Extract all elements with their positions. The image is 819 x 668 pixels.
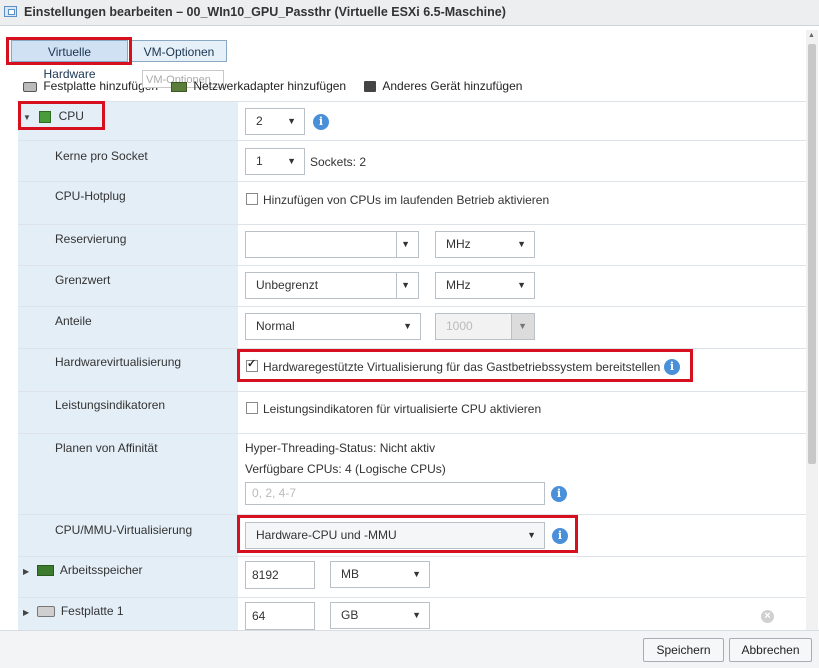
network-adapter-icon — [171, 81, 187, 92]
limit-unit-value: MHz — [446, 278, 471, 292]
dropdown-arrow-icon: ▼ — [412, 610, 421, 620]
reservation-label: Reservierung — [55, 232, 127, 246]
tab-vm-options[interactable]: VM-Optionen — [131, 40, 227, 62]
scrollbar[interactable]: ▲ — [806, 30, 818, 630]
hwvirt-checkbox[interactable] — [246, 357, 258, 372]
shares-label: Anteile — [55, 314, 92, 328]
disk1-unit-value: GB — [341, 608, 359, 622]
dropdown-arrow-icon: ▼ — [517, 280, 526, 290]
performance-counters-label: Leistungsindikatoren — [55, 398, 166, 412]
add-disk-button[interactable]: Festplatte hinzufügen — [23, 79, 158, 95]
collapse-triangle-icon: ▼ — [23, 113, 31, 122]
dropdown-arrow-icon: ▼ — [403, 321, 412, 331]
hard-disk-icon — [36, 606, 55, 618]
affinity-input[interactable]: 0, 2, 4-7 — [245, 482, 545, 505]
memory-unit-value: MB — [341, 567, 359, 581]
cpu-header[interactable]: ▼ CPU — [23, 109, 84, 123]
info-icon[interactable]: i — [664, 359, 680, 375]
cores-per-socket-select[interactable]: 1 ▼ — [245, 148, 305, 175]
hyperthreading-status: Hyper-Threading-Status: Nicht aktiv — [245, 441, 436, 455]
shares-select[interactable]: Normal ▼ — [245, 313, 421, 340]
affinity-label: Planen von Affinität — [55, 441, 158, 455]
cpu-icon — [39, 110, 52, 123]
add-device-label: Anderes Gerät hinzufügen — [382, 79, 523, 93]
limit-value: Unbegrenzt — [256, 278, 319, 292]
dropdown-arrow-icon: ▼ — [401, 239, 410, 249]
disk1-header[interactable]: ▶ Festplatte 1 — [23, 604, 124, 618]
perf-checkbox[interactable] — [246, 402, 258, 414]
shares-number-value: 1000 — [446, 319, 473, 333]
save-button[interactable]: Speichern — [643, 638, 724, 662]
dropdown-arrow-icon: ▼ — [518, 321, 527, 331]
cores-per-socket-label: Kerne pro Socket — [55, 149, 148, 163]
memory-header[interactable]: ▶ Arbeitsspeicher — [23, 563, 143, 577]
disk1-unit-select[interactable]: GB ▼ — [330, 602, 430, 629]
virtual-machine-icon — [4, 6, 17, 17]
scroll-up-icon[interactable]: ▲ — [808, 32, 815, 39]
memory-input[interactable]: 8192 — [245, 561, 315, 589]
cpu-label: CPU — [58, 109, 84, 123]
cpu-hotplug-option[interactable]: Hinzufügen von CPUs im laufenden Betrieb… — [246, 193, 549, 207]
hard-disk-icon — [23, 81, 37, 92]
memory-icon — [36, 565, 54, 577]
performance-counters-option[interactable]: Leistungsindikatoren für virtualisierte … — [246, 402, 541, 416]
cpu-count-select[interactable]: 2 ▼ — [245, 108, 305, 135]
info-icon[interactable]: i — [552, 528, 568, 544]
dropdown-arrow-icon: ▼ — [287, 156, 296, 166]
hardware-virtualization-label: Hardwarevirtualisierung — [55, 355, 182, 369]
hwvirt-text: Hardwaregestützte Virtualisierung für da… — [263, 360, 661, 374]
hotplug-checkbox[interactable] — [246, 193, 258, 205]
add-nic-label: Netzwerkadapter hinzufügen — [193, 79, 347, 93]
limit-unit-select[interactable]: MHz ▼ — [435, 272, 535, 299]
expand-triangle-icon: ▶ — [23, 567, 30, 576]
reservation-unit-value: MHz — [446, 237, 471, 251]
tab-virtual-hardware[interactable]: Virtuelle Hardware — [11, 40, 128, 81]
scrollbar-thumb[interactable] — [808, 44, 816, 464]
dialog-title: Einstellungen bearbeiten – 00_WIn10_GPU_… — [24, 5, 506, 19]
hotplug-text: Hinzufügen von CPUs im laufenden Betrieb… — [263, 193, 550, 207]
perf-text: Leistungsindikatoren für virtualisierte … — [263, 402, 542, 416]
cpu-count-value: 2 — [256, 114, 263, 128]
add-disk-label: Festplatte hinzufügen — [43, 79, 159, 93]
title-bar: Einstellungen bearbeiten – 00_WIn10_GPU_… — [0, 0, 819, 26]
dropdown-arrow-icon: ▼ — [287, 116, 296, 126]
cpu-mmu-virtualization-select[interactable]: Hardware-CPU und -MMU ▼ — [245, 522, 545, 549]
memory-label: Arbeitsspeicher — [59, 563, 143, 577]
reservation-unit-select[interactable]: MHz ▼ — [435, 231, 535, 258]
cpu-mmu-value: Hardware-CPU und -MMU — [256, 528, 397, 542]
hardware-virtualization-option[interactable]: Hardwaregestützte Virtualisierung für da… — [246, 357, 661, 374]
hardware-grid: ▼ CPU 2 ▼ i Kerne pro Socket 1 ▼ Sockets: … — [18, 101, 812, 631]
sockets-text: Sockets: 2 — [310, 155, 367, 169]
shares-number-select: 1000 ▼ — [435, 313, 535, 340]
shares-value: Normal — [256, 319, 295, 333]
available-cpus: Verfügbare CPUs: 4 (Logische CPUs) — [245, 462, 446, 476]
info-icon[interactable]: i — [551, 486, 567, 502]
cores-value: 1 — [256, 154, 263, 168]
remove-icon[interactable]: × — [761, 610, 774, 623]
disk1-label: Festplatte 1 — [60, 604, 124, 618]
cpu-mmu-virtualization-label: CPU/MMU-Virtualisierung — [55, 523, 193, 537]
device-icon — [364, 81, 376, 93]
limit-combobox[interactable]: Unbegrenzt ▼ — [245, 272, 419, 299]
info-icon[interactable]: i — [313, 114, 329, 130]
dropdown-arrow-icon: ▼ — [412, 569, 421, 579]
limit-label: Grenzwert — [55, 273, 111, 287]
add-network-adapter-button[interactable]: Netzwerkadapter hinzufügen — [171, 79, 346, 95]
add-other-device-button[interactable]: Anderes Gerät hinzufügen — [364, 79, 522, 95]
cpu-hotplug-label: CPU-Hotplug — [55, 189, 126, 203]
cancel-button[interactable]: Abbrechen — [729, 638, 812, 662]
dropdown-arrow-icon: ▼ — [401, 280, 410, 290]
expand-triangle-icon: ▶ — [23, 608, 30, 617]
memory-unit-select[interactable]: MB ▼ — [330, 561, 430, 588]
dropdown-arrow-icon: ▼ — [517, 239, 526, 249]
dropdown-arrow-icon: ▼ — [527, 530, 536, 540]
reservation-combobox[interactable]: ▼ — [245, 231, 419, 258]
disk1-size-input[interactable]: 64 — [245, 602, 315, 630]
